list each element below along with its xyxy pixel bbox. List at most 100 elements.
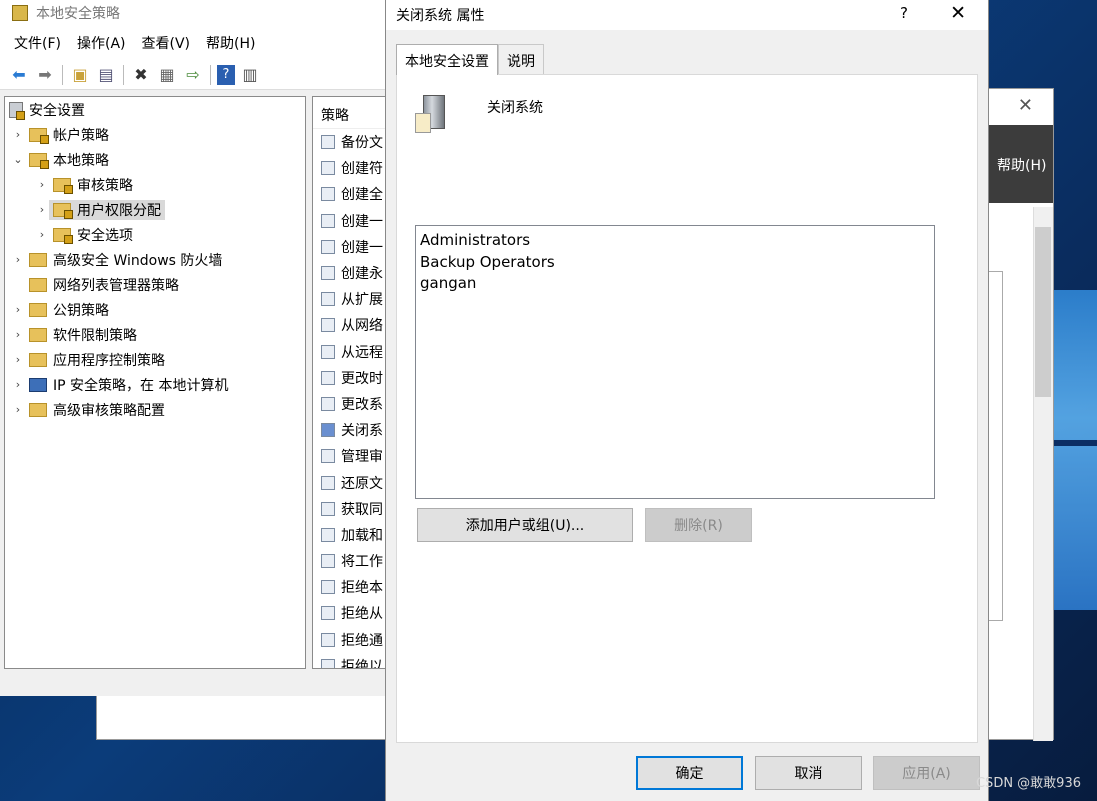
chevron-right-icon[interactable]: › — [11, 128, 25, 141]
tree-node-public-key[interactable]: › 公钥策略 — [5, 297, 305, 322]
window-title: 本地安全策略 — [36, 6, 120, 22]
view-options-icon[interactable]: ▥ — [239, 64, 261, 86]
list-item[interactable]: 创建永 — [313, 260, 385, 286]
list-item[interactable]: 从远程 — [313, 339, 385, 365]
tree-node-ip-security[interactable]: › IP 安全策略，在 本地计算机 — [5, 372, 305, 397]
add-user-or-group-button[interactable]: 添加用户或组(U)... — [417, 508, 633, 542]
help-icon[interactable]: ? — [217, 64, 235, 85]
list-item-label: 更改系 — [341, 396, 383, 413]
list-item[interactable]: 获取同 — [313, 496, 385, 522]
toolbar-separator — [210, 64, 211, 85]
chevron-right-icon[interactable]: › — [35, 228, 49, 241]
policy-icon — [321, 527, 335, 542]
dialog-titlebar: 关闭系统 属性 ? ✕ — [386, 0, 988, 30]
export-list-icon[interactable]: ⇨ — [182, 64, 204, 86]
list-item[interactable]: gangan — [420, 273, 930, 295]
background-menu-help[interactable]: 帮助(H) — [987, 125, 1053, 203]
folder-icon — [29, 352, 47, 367]
list-item[interactable]: 创建一 — [313, 208, 385, 234]
tree-node-app-control[interactable]: › 应用程序控制策略 — [5, 347, 305, 372]
list-item-label: 获取同 — [341, 501, 383, 518]
tab-explain[interactable]: 说明 — [498, 44, 544, 74]
list-item[interactable]: 更改系 — [313, 391, 385, 417]
menu-view[interactable]: 查看(V) — [142, 33, 191, 53]
policy-icon — [321, 370, 335, 385]
remove-button[interactable]: 删除(R) — [645, 508, 752, 542]
list-item-label: 备份文 — [341, 135, 383, 152]
chevron-right-icon[interactable]: › — [11, 353, 25, 366]
tree-node-account-policies[interactable]: › 帐户策略 — [5, 122, 305, 147]
list-item-label: 加载和 — [341, 527, 383, 544]
list-item-label: 还原文 — [341, 475, 383, 492]
up-folder-icon[interactable]: ▣ — [69, 64, 91, 86]
selected-highlight: 用户权限分配 — [49, 199, 165, 220]
show-tree-icon[interactable]: ▤ — [95, 64, 117, 86]
tree-node-user-rights-assignment[interactable]: › 用户权限分配 — [5, 197, 305, 222]
apply-button[interactable]: 应用(A) — [873, 756, 980, 790]
menu-help[interactable]: 帮助(H) — [206, 33, 255, 53]
list-item[interactable]: 管理审 — [313, 443, 385, 469]
list-item[interactable]: 创建一 — [313, 234, 385, 260]
delete-icon[interactable]: ✖ — [130, 64, 152, 86]
tree-node-local-policies[interactable]: ⌄ 本地策略 — [5, 147, 305, 172]
chevron-right-icon[interactable]: › — [11, 328, 25, 341]
policy-icon — [321, 658, 335, 668]
list-item-label: 拒绝本 — [341, 580, 383, 597]
list-item[interactable]: 加载和 — [313, 522, 385, 548]
tree-node-audit-policy[interactable]: › 审核策略 — [5, 172, 305, 197]
dialog-tabs: 本地安全设置 说明 — [396, 44, 544, 75]
policy-icon — [321, 449, 335, 464]
tab-panel: 关闭系统 Administrators Backup Operators gan… — [396, 74, 978, 743]
list-item-label: 创建一 — [341, 239, 383, 256]
list-item[interactable]: 备份文 — [313, 129, 385, 155]
forward-arrow-icon[interactable]: ➡ — [34, 64, 56, 86]
user-list[interactable]: Administrators Backup Operators gangan — [415, 225, 935, 499]
tree-node-security-settings[interactable]: 安全设置 — [5, 97, 305, 122]
list-item[interactable]: 拒绝以 — [313, 653, 385, 668]
properties-icon[interactable]: ▦ — [156, 64, 178, 86]
tree-node-firewall[interactable]: › 高级安全 Windows 防火墙 — [5, 247, 305, 272]
chevron-right-icon[interactable]: › — [35, 203, 49, 216]
list-item[interactable]: 更改时 — [313, 365, 385, 391]
scrollbar-thumb[interactable] — [1035, 227, 1051, 397]
chevron-right-icon[interactable]: › — [35, 178, 49, 191]
tree-node-software-restriction[interactable]: › 软件限制策略 — [5, 322, 305, 347]
policy-icon — [321, 554, 335, 569]
tree-node-label: 帐户策略 — [53, 127, 109, 144]
list-item[interactable]: 拒绝本 — [313, 574, 385, 600]
chevron-right-icon[interactable]: › — [11, 303, 25, 316]
tree-node-network-list[interactable]: 网络列表管理器策略 — [5, 272, 305, 297]
list-item[interactable]: 创建全 — [313, 181, 385, 207]
chevron-right-icon[interactable]: › — [11, 378, 25, 391]
help-icon[interactable]: ? — [900, 4, 908, 22]
tree-node-security-options[interactable]: › 安全选项 — [5, 222, 305, 247]
list-item[interactable]: 将工作 — [313, 548, 385, 574]
chevron-down-icon[interactable]: ⌄ — [11, 153, 25, 166]
column-header-policy[interactable]: 策略 — [313, 97, 385, 129]
menu-file[interactable]: 文件(F) — [14, 33, 61, 53]
tree-node-advanced-audit[interactable]: › 高级审核策略配置 — [5, 397, 305, 422]
list-item[interactable]: Administrators — [420, 230, 930, 252]
policy-icon — [321, 292, 335, 307]
close-icon[interactable]: ✕ — [1018, 95, 1033, 116]
list-item[interactable]: 拒绝从 — [313, 600, 385, 626]
chevron-right-icon[interactable]: › — [11, 403, 25, 416]
list-item[interactable]: 关闭系 — [313, 417, 385, 443]
chevron-right-icon[interactable]: › — [11, 253, 25, 266]
policy-name: 关闭系统 — [487, 100, 543, 116]
list-item[interactable]: 从网络 — [313, 312, 385, 338]
list-item[interactable]: 从扩展 — [313, 286, 385, 312]
list-item[interactable]: 还原文 — [313, 469, 385, 495]
back-arrow-icon[interactable]: ⬅ — [8, 64, 30, 86]
tree-node-label: 高级安全 Windows 防火墙 — [53, 252, 223, 269]
list-item[interactable]: 创建符 — [313, 155, 385, 181]
toolbar: ⬅ ➡ ▣ ▤ ✖ ▦ ⇨ ? ▥ — [0, 60, 385, 90]
list-item[interactable]: Backup Operators — [420, 252, 930, 274]
list-item[interactable]: 拒绝通 — [313, 627, 385, 653]
ok-button[interactable]: 确定 — [636, 756, 743, 790]
menu-action[interactable]: 操作(A) — [77, 33, 126, 53]
tab-local-security-setting[interactable]: 本地安全设置 — [396, 44, 498, 75]
close-icon[interactable]: ✕ — [950, 2, 966, 24]
folder-icon — [29, 302, 47, 317]
cancel-button[interactable]: 取消 — [755, 756, 862, 790]
